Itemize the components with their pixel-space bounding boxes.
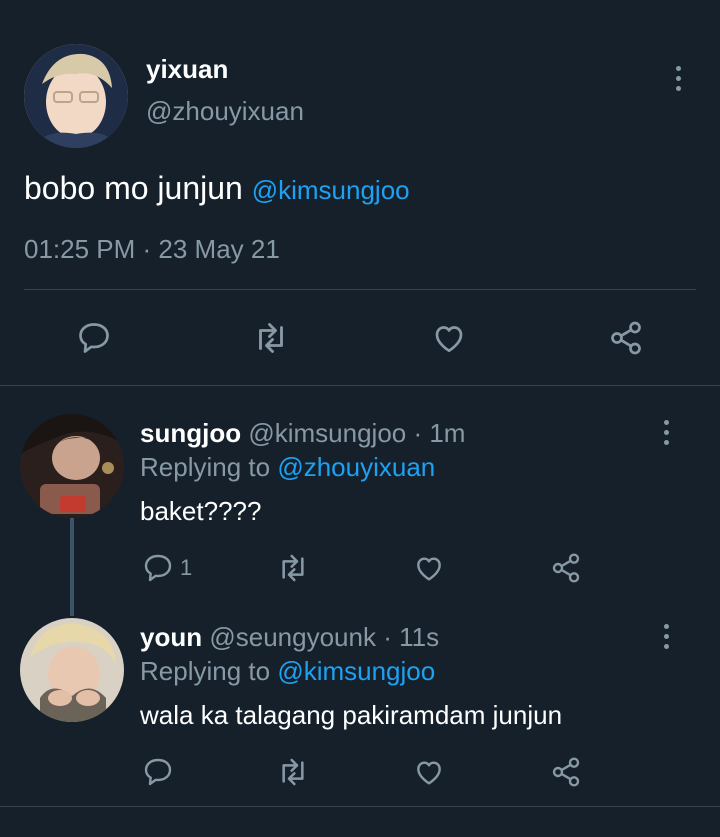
retweet-icon[interactable] xyxy=(250,320,292,356)
more-options-icon[interactable] xyxy=(654,412,678,452)
reply-text: baket???? xyxy=(140,496,262,526)
reply-bubble-icon[interactable] xyxy=(76,320,112,356)
share-icon[interactable] xyxy=(608,320,644,356)
heart-icon[interactable] xyxy=(412,552,446,584)
tweet-timestamp: 01:25 PM · 23 May 21 xyxy=(24,234,280,264)
reply-handle[interactable]: @kimsungjoo xyxy=(248,418,406,448)
author-handle[interactable]: @zhouyixuan xyxy=(146,96,304,127)
reply-display-name[interactable]: youn xyxy=(140,622,202,652)
avatar-yixuan[interactable] xyxy=(24,44,128,148)
replying-to-link[interactable]: @zhouyixuan xyxy=(277,452,435,482)
section-divider xyxy=(0,385,720,386)
more-options-icon[interactable] xyxy=(654,616,678,656)
divider xyxy=(24,289,696,290)
tweet-body: bobo mo junjun @kimsungjoo xyxy=(24,170,410,207)
heart-icon[interactable] xyxy=(430,320,468,356)
replying-prefix: Replying to xyxy=(140,452,271,482)
retweet-icon[interactable] xyxy=(274,552,312,584)
heart-icon[interactable] xyxy=(412,756,446,788)
reply-age: · 11s xyxy=(383,622,440,652)
reply-count: 1 xyxy=(180,555,193,580)
reply-action[interactable]: 1 xyxy=(142,552,192,584)
avatar-youn[interactable] xyxy=(20,618,124,722)
reply-handle[interactable]: @seungyounk xyxy=(209,622,376,652)
avatar-sungjoo[interactable] xyxy=(20,414,124,518)
mention-link[interactable]: @kimsungjoo xyxy=(252,175,410,205)
reply-header: youn @seungyounk · 11s xyxy=(140,622,439,653)
reply-text: wala ka talagang pakiramdam junjun xyxy=(140,700,563,730)
replying-prefix: Replying to xyxy=(140,656,271,686)
bottom-divider xyxy=(0,806,720,807)
reply-action[interactable] xyxy=(142,756,180,788)
reply-display-name[interactable]: sungjoo xyxy=(140,418,241,448)
reply-bubble-icon xyxy=(142,552,174,584)
author-display-name[interactable]: yixuan xyxy=(146,54,228,85)
replying-to-line: Replying to @zhouyixuan xyxy=(140,452,435,483)
retweet-icon[interactable] xyxy=(274,756,312,788)
thread-line xyxy=(70,518,74,616)
share-icon[interactable] xyxy=(550,552,582,584)
reply-header: sungjoo @kimsungjoo · 1m xyxy=(140,418,465,449)
replying-to-link[interactable]: @kimsungjoo xyxy=(277,656,435,686)
reply-age: · 1m xyxy=(413,418,466,448)
replying-to-line: Replying to @kimsungjoo xyxy=(140,656,435,687)
reply-bubble-icon xyxy=(142,756,174,788)
share-icon[interactable] xyxy=(550,756,582,788)
tweet-text: bobo mo junjun xyxy=(24,170,243,206)
more-options-icon[interactable] xyxy=(666,58,690,98)
